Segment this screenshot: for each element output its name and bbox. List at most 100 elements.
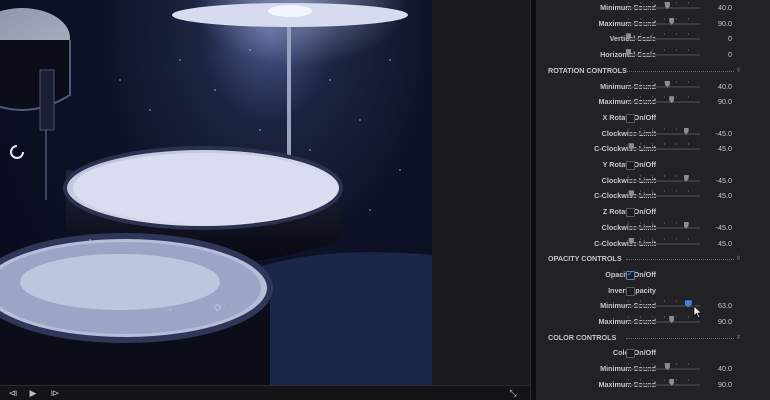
slider-ticks — [628, 237, 700, 240]
mouse-pointer-icon — [693, 305, 703, 319]
section-title: ROTATION CONTROLS — [548, 65, 627, 75]
parameter-value[interactable]: 63.0 — [706, 298, 732, 314]
parameter-slider[interactable] — [628, 17, 700, 26]
go-to-end-icon[interactable]: ⧐ — [48, 387, 62, 400]
parameter-slider[interactable] — [628, 190, 700, 198]
parameter-slider[interactable] — [628, 80, 700, 89]
slider-track[interactable] — [628, 101, 700, 104]
checkbox-row: Color On/Off — [536, 345, 770, 361]
parameter-value[interactable]: 45.0 — [706, 141, 732, 157]
parameter-value[interactable]: 40.0 — [706, 79, 732, 95]
parameter-slider[interactable] — [628, 221, 700, 230]
slider-ticks — [628, 33, 700, 36]
parameter-slider[interactable] — [628, 127, 700, 136]
section-header[interactable]: OPACITY CONTROLS ⇳ — [536, 251, 770, 267]
parameter-slider[interactable] — [628, 363, 700, 371]
parameter-value[interactable]: 45.0 — [706, 236, 732, 252]
busy-spinner-icon — [10, 145, 24, 159]
section-disclosure-icon[interactable]: ⇳ — [736, 251, 741, 267]
slider-track[interactable] — [628, 22, 700, 25]
fullscreen-icon[interactable]: ⤡ — [504, 387, 522, 400]
slider-track[interactable] — [628, 54, 700, 57]
slider-track[interactable] — [628, 242, 700, 245]
parameter-slider[interactable] — [626, 33, 700, 41]
play-icon[interactable]: ▶ — [26, 387, 40, 400]
slider-track[interactable] — [628, 85, 700, 88]
slider-ticks — [628, 221, 700, 224]
parameter-value[interactable]: 90.0 — [706, 94, 732, 110]
parameter-checkbox[interactable] — [626, 161, 635, 170]
slider-track[interactable] — [628, 148, 700, 151]
checkbox-row: Z Rotate On/Off — [536, 204, 770, 220]
parameter-slider[interactable] — [628, 300, 700, 308]
parameter-value[interactable]: -45.0 — [706, 126, 732, 142]
parameter-slider[interactable] — [628, 237, 700, 246]
slider-track[interactable] — [628, 383, 700, 386]
video-viewer[interactable] — [0, 0, 432, 385]
parameter-checkbox[interactable] — [626, 269, 635, 280]
section-divider — [626, 259, 734, 261]
section-header[interactable]: ROTATION CONTROLS ⇳ — [536, 63, 770, 79]
slider-track[interactable] — [628, 132, 700, 135]
parameter-slider[interactable] — [628, 378, 700, 387]
slider-ticks — [628, 143, 700, 146]
transport-bar: ⧏ ▶ ⧐ ⤡ — [0, 385, 530, 400]
parameter-slider[interactable] — [628, 2, 700, 10]
slider-track[interactable] — [628, 321, 700, 323]
parameter-checkbox[interactable] — [626, 349, 635, 359]
parameter-value[interactable]: 40.0 — [706, 0, 732, 16]
parameter-value[interactable]: 40.0 — [706, 361, 732, 377]
slider-track[interactable] — [628, 195, 700, 198]
parameter-value[interactable]: -45.0 — [706, 220, 732, 236]
slider-track[interactable] — [628, 179, 700, 182]
slider-row: Minimum Sound40.0 — [536, 79, 770, 95]
slider-row: Clockwise Limit-45.0 — [536, 173, 770, 189]
slider-row: Minimum Sound40.0 — [536, 361, 770, 377]
parameter-slider[interactable] — [628, 316, 700, 324]
parameter-value[interactable]: 0 — [706, 31, 732, 47]
slider-ticks — [628, 190, 700, 193]
slider-row: Minimum Sound40.0 — [536, 0, 770, 16]
section-disclosure-icon[interactable]: ⇳ — [736, 330, 741, 346]
parameter-slider[interactable] — [626, 49, 700, 57]
parameter-value[interactable]: 0 — [706, 47, 732, 63]
parameter-checkbox[interactable] — [626, 208, 635, 218]
parameter-value[interactable]: 90.0 — [706, 16, 732, 32]
slider-ticks — [628, 127, 700, 130]
parameter-value[interactable]: 90.0 — [706, 314, 732, 330]
parameter-value[interactable]: 45.0 — [706, 188, 732, 204]
parameter-slider[interactable] — [628, 96, 700, 104]
checkbox-row: Y Rotate On/Off — [536, 157, 770, 173]
slider-track[interactable] — [628, 368, 700, 371]
slider-ticks — [628, 49, 700, 52]
section-disclosure-icon[interactable]: ⇳ — [736, 63, 741, 79]
section-divider — [626, 70, 734, 72]
section-title: COLOR CONTROLS — [548, 332, 617, 342]
slider-track[interactable] — [628, 226, 700, 229]
checkbox-row: X Rotate On/Off — [536, 110, 770, 126]
slider-ticks — [628, 378, 700, 381]
checkbox-row: Opacity On/Off — [536, 267, 770, 283]
keyframe-diamond-icon[interactable]: ◇ — [212, 302, 223, 313]
checkbox-row: Invert Opacity — [536, 283, 770, 299]
slider-track[interactable] — [628, 38, 700, 41]
slider-ticks — [628, 17, 700, 20]
inspector-panel: Minimum Sound40.0Maximum Sound90.0Vertic… — [536, 0, 770, 400]
slider-row: Maximum Sound90.0 — [536, 314, 770, 330]
slider-row: Horizontal Scale0 — [536, 47, 770, 63]
slider-row: Maximum Sound90.0 — [536, 94, 770, 110]
slider-track[interactable] — [628, 7, 700, 9]
slider-row: C-Clockwise Limit 45.0 — [536, 141, 770, 157]
section-header[interactable]: COLOR CONTROLS ⇳ — [536, 330, 770, 346]
section-title: OPACITY CONTROLS — [548, 254, 622, 264]
keyframe-menu-arrow-icon[interactable]: ▾ — [227, 302, 230, 313]
parameter-value[interactable]: -45.0 — [706, 173, 732, 189]
parameter-slider[interactable] — [628, 143, 700, 151]
parameter-checkbox[interactable] — [626, 113, 635, 123]
slider-row: Vertical Scale0 — [536, 31, 770, 47]
parameter-checkbox[interactable] — [626, 286, 635, 296]
slider-ticks — [628, 174, 700, 177]
parameter-value[interactable]: 90.0 — [706, 377, 732, 393]
go-to-start-icon[interactable]: ⧏ — [6, 387, 20, 400]
parameter-slider[interactable] — [628, 174, 700, 183]
